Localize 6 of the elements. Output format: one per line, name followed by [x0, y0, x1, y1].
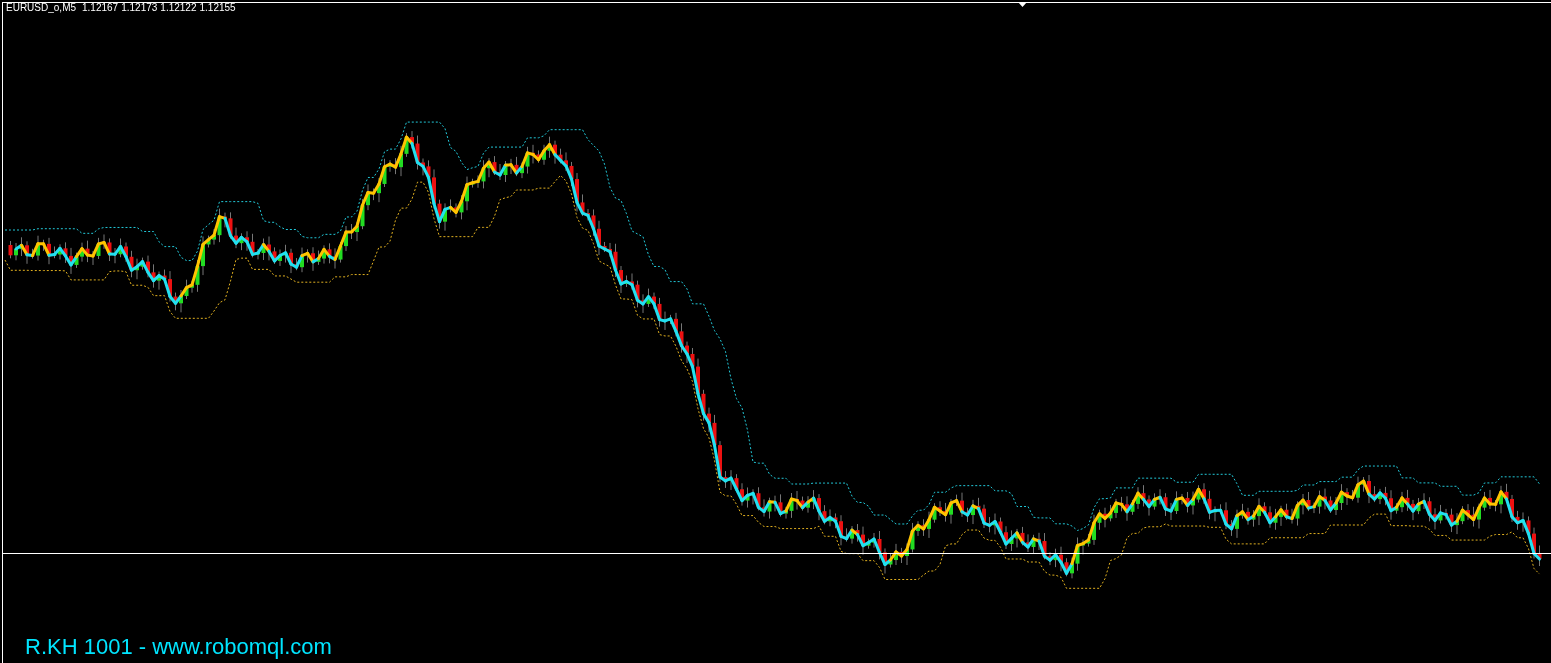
- price-value: 1.12167: [82, 3, 119, 13]
- price-value: 1.12155: [199, 3, 236, 13]
- price-value: 1.12122: [160, 3, 197, 13]
- chart-text-label: R.KH 1001 - www.robomql.com: [25, 634, 332, 659]
- symbol-label: EURUSD_o,M5: [6, 3, 77, 13]
- price-value: 1.12173: [121, 3, 158, 13]
